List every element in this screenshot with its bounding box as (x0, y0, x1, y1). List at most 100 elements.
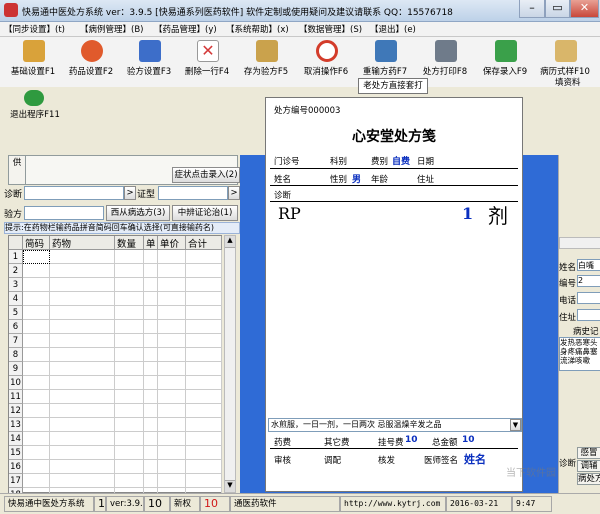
table-cell[interactable] (50, 292, 115, 306)
table-cell[interactable] (115, 432, 144, 446)
syndrome-input[interactable] (158, 186, 228, 200)
tab-supply[interactable]: 供 (8, 155, 26, 185)
menu-case-management[interactable]: 【病例管理】(B) (78, 23, 145, 35)
table-cell[interactable] (186, 278, 222, 292)
drug-settings-button[interactable]: 药品设置F2 (62, 37, 120, 85)
menu-exit[interactable]: 【退出】(e) (368, 23, 418, 35)
table-cell[interactable] (186, 348, 222, 362)
row-number[interactable]: 16 (9, 460, 23, 474)
tab-adjust[interactable]: 调辅 (577, 460, 600, 472)
table-cell[interactable] (144, 474, 158, 488)
row-number[interactable]: 17 (9, 474, 23, 488)
table-cell[interactable] (23, 446, 50, 460)
table-cell[interactable] (144, 460, 158, 474)
right-id-input[interactable]: 2 (577, 275, 600, 287)
table-cell[interactable] (50, 334, 115, 348)
grid-scrollbar[interactable]: ▲ ▼ (224, 235, 236, 493)
row-number[interactable]: 1 (9, 250, 23, 264)
table-cell[interactable] (23, 460, 50, 474)
table-cell[interactable] (158, 474, 186, 488)
table-cell[interactable] (23, 404, 50, 418)
tcm-diagnosis-button[interactable]: 中辨证论治(1) (172, 205, 238, 221)
table-cell[interactable] (158, 418, 186, 432)
table-cell[interactable] (144, 376, 158, 390)
table-cell[interactable] (158, 446, 186, 460)
table-cell[interactable] (50, 404, 115, 418)
usage-instructions-select[interactable]: 水煎服，一日一剂，一日两次 忌服温燥辛发之品 (268, 418, 522, 432)
col-header-unit[interactable]: 单 (144, 236, 158, 250)
table-cell[interactable] (50, 320, 115, 334)
table-cell[interactable] (50, 446, 115, 460)
table-cell[interactable] (144, 250, 158, 264)
syndrome-picker-button[interactable]: > (228, 186, 240, 200)
table-cell[interactable] (115, 404, 144, 418)
table-cell[interactable] (50, 460, 115, 474)
table-cell[interactable] (144, 362, 158, 376)
table-cell[interactable] (50, 418, 115, 432)
table-cell[interactable] (186, 432, 222, 446)
menu-sync-settings[interactable]: 【同步设置】(t) (2, 23, 67, 35)
close-button[interactable]: ✕ (570, 0, 599, 18)
table-cell[interactable] (23, 320, 50, 334)
table-cell[interactable] (115, 306, 144, 320)
diagnosis-picker-button[interactable]: > (124, 186, 136, 200)
maximize-button[interactable]: ▭ (545, 0, 570, 18)
cancel-operation-button[interactable]: 取消操作F6 (297, 37, 355, 85)
table-cell[interactable] (186, 404, 222, 418)
row-number[interactable]: 9 (9, 362, 23, 376)
table-cell[interactable] (23, 362, 50, 376)
table-cell[interactable] (144, 306, 158, 320)
right-phone-input[interactable] (577, 292, 600, 304)
table-cell[interactable] (158, 292, 186, 306)
table-cell[interactable] (115, 278, 144, 292)
row-number[interactable]: 13 (9, 418, 23, 432)
table-cell[interactable] (50, 306, 115, 320)
table-cell[interactable] (23, 390, 50, 404)
row-number[interactable]: 8 (9, 348, 23, 362)
table-cell[interactable] (115, 474, 144, 488)
table-cell[interactable] (144, 320, 158, 334)
drug-table[interactable]: 简码 药物 数量 单 单价 合计 1 2 3 4 5 6 7 8 9 10 11 12 13 14 15 16… (8, 235, 222, 502)
table-cell[interactable] (186, 250, 222, 264)
table-cell[interactable] (23, 278, 50, 292)
formula-input[interactable] (24, 206, 104, 220)
table-cell[interactable] (115, 460, 144, 474)
table-cell[interactable] (144, 432, 158, 446)
delete-row-button[interactable]: ✕ 删除一行F4 (178, 37, 236, 85)
row-number[interactable]: 6 (9, 320, 23, 334)
save-entry-button[interactable]: 保存录入F9 (476, 37, 534, 85)
table-cell[interactable] (186, 446, 222, 460)
tab-case-prescription[interactable]: 病处方 (577, 473, 600, 485)
col-header-quantity[interactable]: 数量 (115, 236, 144, 250)
table-cell[interactable] (186, 306, 222, 320)
table-cell[interactable] (186, 320, 222, 334)
scroll-up-button[interactable]: ▲ (225, 236, 235, 248)
western-select-button[interactable]: 西从病选方(3) (106, 205, 170, 221)
table-cell[interactable] (186, 362, 222, 376)
table-cell[interactable] (115, 362, 144, 376)
row-number[interactable]: 10 (9, 376, 23, 390)
table-cell[interactable] (115, 250, 144, 264)
usage-dropdown-icon[interactable]: ▼ (510, 419, 521, 431)
table-cell[interactable] (158, 362, 186, 376)
table-cell[interactable] (186, 334, 222, 348)
table-cell[interactable] (144, 446, 158, 460)
save-as-recipe-button[interactable]: 存为验方F5 (237, 37, 295, 85)
table-cell[interactable] (158, 278, 186, 292)
table-cell[interactable] (158, 250, 186, 264)
menu-data-management[interactable]: 【数据管理】(S) (297, 23, 364, 35)
table-cell[interactable] (144, 418, 158, 432)
table-cell[interactable] (186, 418, 222, 432)
right-name-input[interactable]: 白嘴 (577, 259, 600, 271)
menu-drug-management[interactable]: 【药品管理】(y) (152, 23, 219, 35)
table-cell[interactable] (50, 264, 115, 278)
table-cell[interactable] (23, 474, 50, 488)
table-cell[interactable] (23, 292, 50, 306)
table-cell[interactable] (186, 264, 222, 278)
table-cell[interactable] (50, 474, 115, 488)
table-cell[interactable] (158, 376, 186, 390)
table-cell[interactable] (50, 278, 115, 292)
table-cell[interactable] (50, 250, 115, 264)
menu-system-help[interactable]: 【系统帮助】(x) (224, 23, 291, 35)
table-cell[interactable] (115, 418, 144, 432)
